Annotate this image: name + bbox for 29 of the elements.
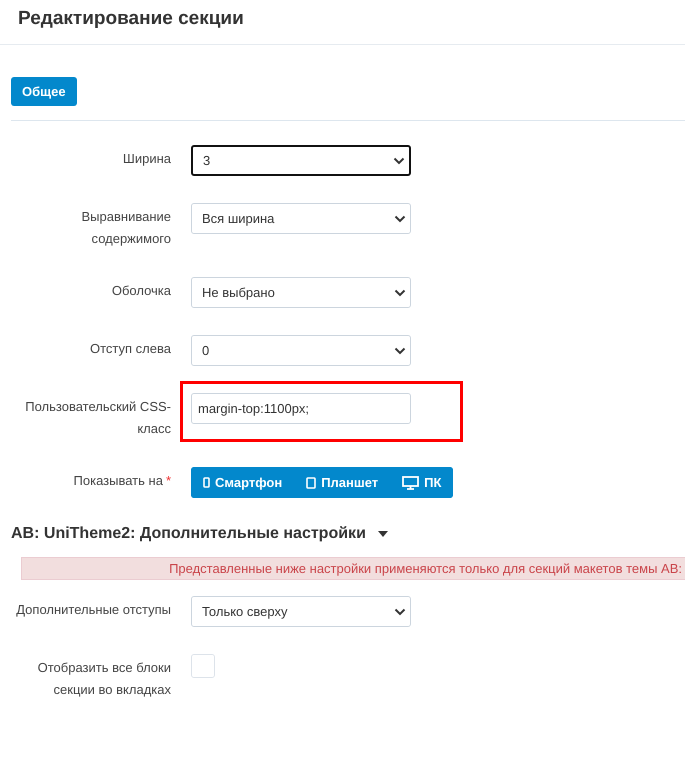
field-label: Показывать на * bbox=[72, 472, 171, 490]
select-field[interactable]: Не выбрано bbox=[191, 277, 411, 308]
field-label: Пользовательский CSS-класс bbox=[24, 398, 171, 438]
field-label: Дополнительные отступы bbox=[15, 601, 171, 619]
section-title[interactable]: AB: UniTheme2: Дополнительные настройки bbox=[11, 525, 366, 543]
chevron-down-icon bbox=[394, 608, 406, 616]
checkbox[interactable] bbox=[191, 654, 215, 678]
chevron-down-icon bbox=[393, 156, 405, 164]
page-title: Редактирование секции bbox=[0, 0, 685, 45]
tab[interactable]: Общее bbox=[11, 77, 77, 106]
smartphone-icon bbox=[203, 477, 210, 488]
input-field[interactable]: margin-top:1100px; bbox=[191, 393, 411, 424]
field-label: Ширина bbox=[122, 150, 171, 168]
caret-icon[interactable] bbox=[378, 531, 388, 537]
field-label: Оболочка bbox=[110, 282, 171, 300]
select-field[interactable]: Вся ширина bbox=[191, 203, 411, 234]
field-label: Выравнивание содержимого bbox=[80, 208, 171, 248]
field-label: Отступ слева bbox=[89, 340, 171, 358]
notice-text: Представленные ниже настройки применяются только для секций макетов темы AB: bbox=[169, 561, 682, 576]
chevron-down-icon bbox=[394, 288, 406, 296]
chevron-down-icon bbox=[394, 346, 406, 354]
monitor-icon bbox=[402, 476, 420, 490]
required-mark: * bbox=[166, 473, 171, 488]
chevron-down-icon bbox=[394, 214, 406, 222]
tablet-icon bbox=[306, 476, 316, 488]
select-field[interactable]: Только сверху bbox=[191, 596, 411, 627]
select-field[interactable]: 0 bbox=[191, 335, 411, 366]
field-label: Отобразить все блоки секции во вкладках bbox=[36, 659, 171, 699]
select-field[interactable]: 3 bbox=[191, 145, 411, 176]
